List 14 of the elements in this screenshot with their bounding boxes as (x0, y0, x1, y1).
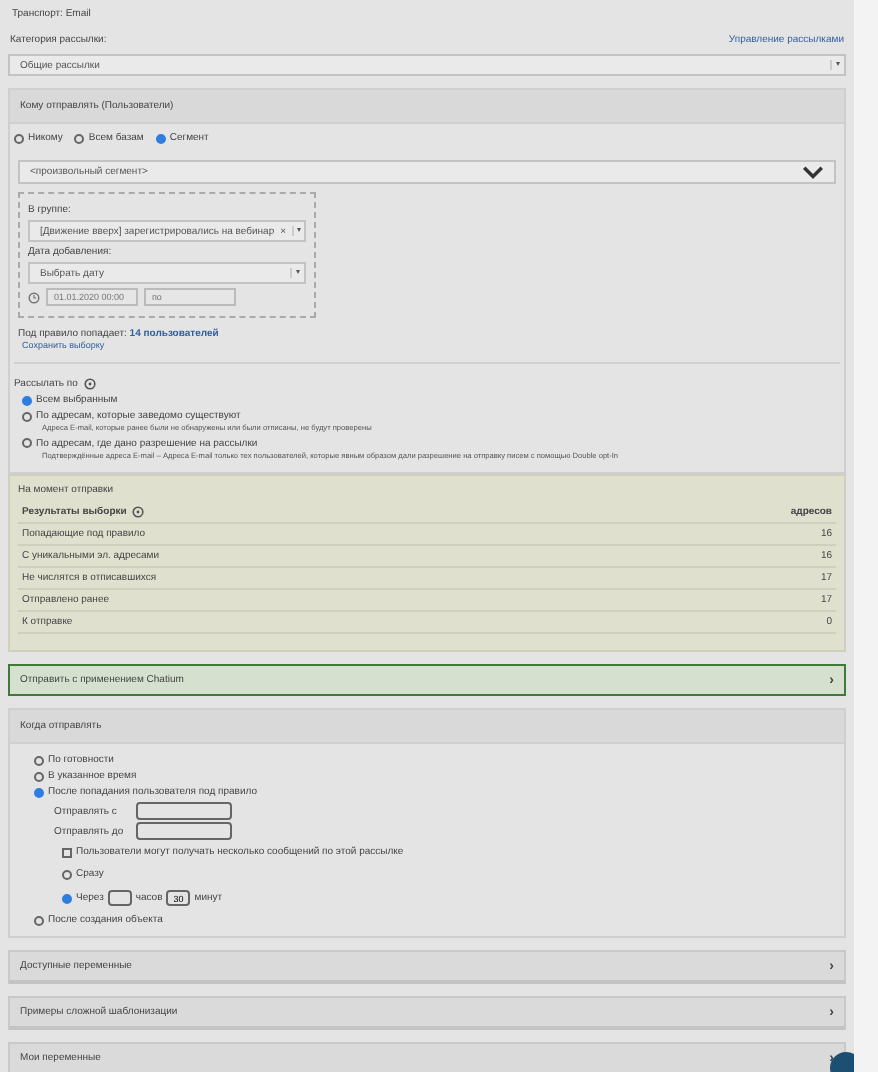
help-icon (83, 378, 96, 390)
clock-icon (28, 291, 40, 303)
radio-button[interactable] (22, 395, 32, 405)
radio-button[interactable] (34, 915, 44, 926)
radio-button[interactable] (34, 787, 44, 798)
radio-button[interactable] (22, 438, 32, 449)
chevron-down-icon (802, 165, 824, 179)
radio-button[interactable] (22, 411, 32, 421)
radio-button[interactable] (34, 771, 44, 782)
send-from-field[interactable] (136, 802, 232, 821)
help-icon (132, 506, 145, 519)
send-to-field[interactable] (136, 822, 232, 841)
hours-field[interactable] (107, 890, 132, 907)
radio-button[interactable] (34, 755, 44, 766)
